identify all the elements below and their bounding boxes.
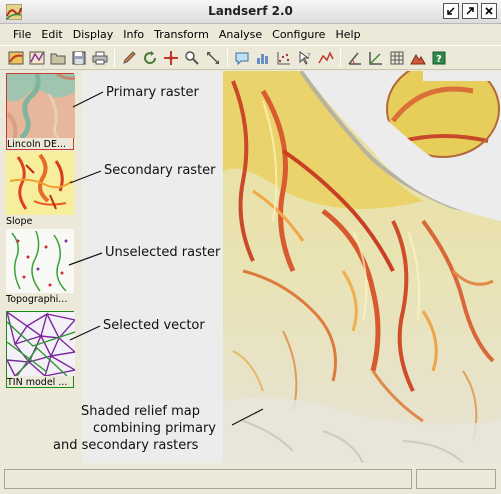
histogram-icon [256, 53, 268, 64]
scatter-button[interactable] [274, 48, 293, 67]
query-button[interactable]: ? [295, 48, 314, 67]
print-icon [92, 51, 107, 64]
title-bar[interactable]: Landserf 2.0 [0, 0, 501, 24]
histogram-button[interactable] [253, 48, 272, 67]
thumbnail-label: Topographi... [6, 294, 68, 305]
svg-text:?: ? [307, 52, 311, 60]
zoom-icon [184, 50, 199, 65]
grid-button[interactable] [387, 48, 406, 67]
new-raster-button[interactable] [6, 48, 25, 67]
axes-button[interactable] [366, 48, 385, 67]
toolbar: ? ? [0, 45, 501, 70]
terrain-button[interactable] [408, 48, 427, 67]
grid-icon [390, 51, 403, 64]
close-icon [485, 7, 493, 15]
help-button[interactable]: ? [429, 48, 448, 67]
menu-display[interactable]: Display [68, 25, 119, 45]
toolbar-separator [340, 48, 341, 67]
edit-button[interactable] [119, 48, 138, 67]
thumbnail-lincoln-dem[interactable]: Lincoln DE... [6, 73, 75, 150]
profile-button[interactable] [316, 48, 335, 67]
menu-edit[interactable]: Edit [36, 25, 67, 45]
thumbnail-label: Lincoln DE... [7, 139, 67, 150]
save-button[interactable] [69, 48, 88, 67]
menu-file[interactable]: File [8, 25, 36, 45]
annotation-relief-line-2: combining primary [93, 421, 216, 436]
info-bubble-icon [235, 52, 248, 65]
vector-icon [29, 51, 44, 64]
menu-info[interactable]: Info [118, 25, 149, 45]
pencil-icon [122, 50, 136, 64]
raster-thumbnail-panel: Lincoln DE... Slope Topographi... TIN mo… [0, 71, 92, 463]
annotation-secondary-raster: Secondary raster [104, 163, 216, 178]
print-button[interactable] [90, 48, 109, 67]
status-field-main [4, 469, 412, 489]
menu-help[interactable]: Help [330, 25, 365, 45]
open-button[interactable] [48, 48, 67, 67]
maximize-icon [466, 7, 474, 15]
angle-icon [347, 52, 361, 65]
scatter-icon [277, 51, 290, 64]
axes-icon [368, 51, 382, 65]
annotation-relief-line-1: Shaded relief map [81, 404, 200, 419]
slope-thumbnail-image [6, 151, 74, 215]
thumbnail-tin-model[interactable]: TIN model ... [6, 311, 75, 388]
save-icon [72, 51, 85, 64]
thumbnail-label: Slope [6, 216, 33, 227]
annotation-selected-vector: Selected vector [103, 318, 205, 333]
new-vector-button[interactable] [27, 48, 46, 67]
maximize-button[interactable] [462, 3, 478, 19]
thumbnail-slope[interactable]: Slope [6, 151, 74, 228]
window-title: Landserf 2.0 [208, 4, 293, 18]
annotation-relief-line-3: and secondary rasters [53, 438, 199, 453]
topographic-thumbnail-image [6, 229, 74, 293]
tin-thumbnail-image [7, 312, 75, 376]
minimize-icon [447, 7, 455, 15]
angle-button[interactable] [345, 48, 364, 67]
menu-transform[interactable]: Transform [149, 25, 214, 45]
query-icon: ? [299, 50, 311, 65]
status-bar [0, 466, 501, 494]
refresh-button[interactable] [140, 48, 159, 67]
annotation-unselected-raster: Unselected raster [105, 245, 221, 260]
shaded-relief-map [223, 71, 501, 463]
pan-icon [206, 51, 219, 64]
toolbar-separator [227, 48, 228, 67]
profile-icon [317, 50, 334, 63]
open-folder-icon [50, 53, 65, 64]
status-field-secondary [416, 469, 496, 489]
menu-analyse[interactable]: Analyse [214, 25, 267, 45]
terrain-icon [409, 53, 426, 64]
info-button[interactable] [232, 48, 251, 67]
help-icon: ? [432, 51, 445, 65]
pan-button[interactable] [203, 48, 222, 67]
thumbnail-topographic[interactable]: Topographi... [6, 229, 74, 306]
menu-configure[interactable]: Configure [267, 25, 330, 45]
thumbnail-label: TIN model ... [7, 377, 68, 388]
raster-icon [8, 51, 23, 64]
crosshair-icon [163, 50, 178, 65]
refresh-icon [143, 50, 156, 64]
zoom-button[interactable] [182, 48, 201, 67]
dem-thumbnail-image [7, 74, 75, 138]
close-button[interactable] [481, 3, 497, 19]
svg-text:?: ? [436, 54, 442, 65]
select-button[interactable] [161, 48, 180, 67]
annotation-primary-raster: Primary raster [106, 85, 199, 100]
toolbar-separator [114, 48, 115, 67]
menu-bar: File Edit Display Info Transform Analyse… [0, 25, 501, 45]
minimize-button[interactable] [443, 3, 459, 19]
